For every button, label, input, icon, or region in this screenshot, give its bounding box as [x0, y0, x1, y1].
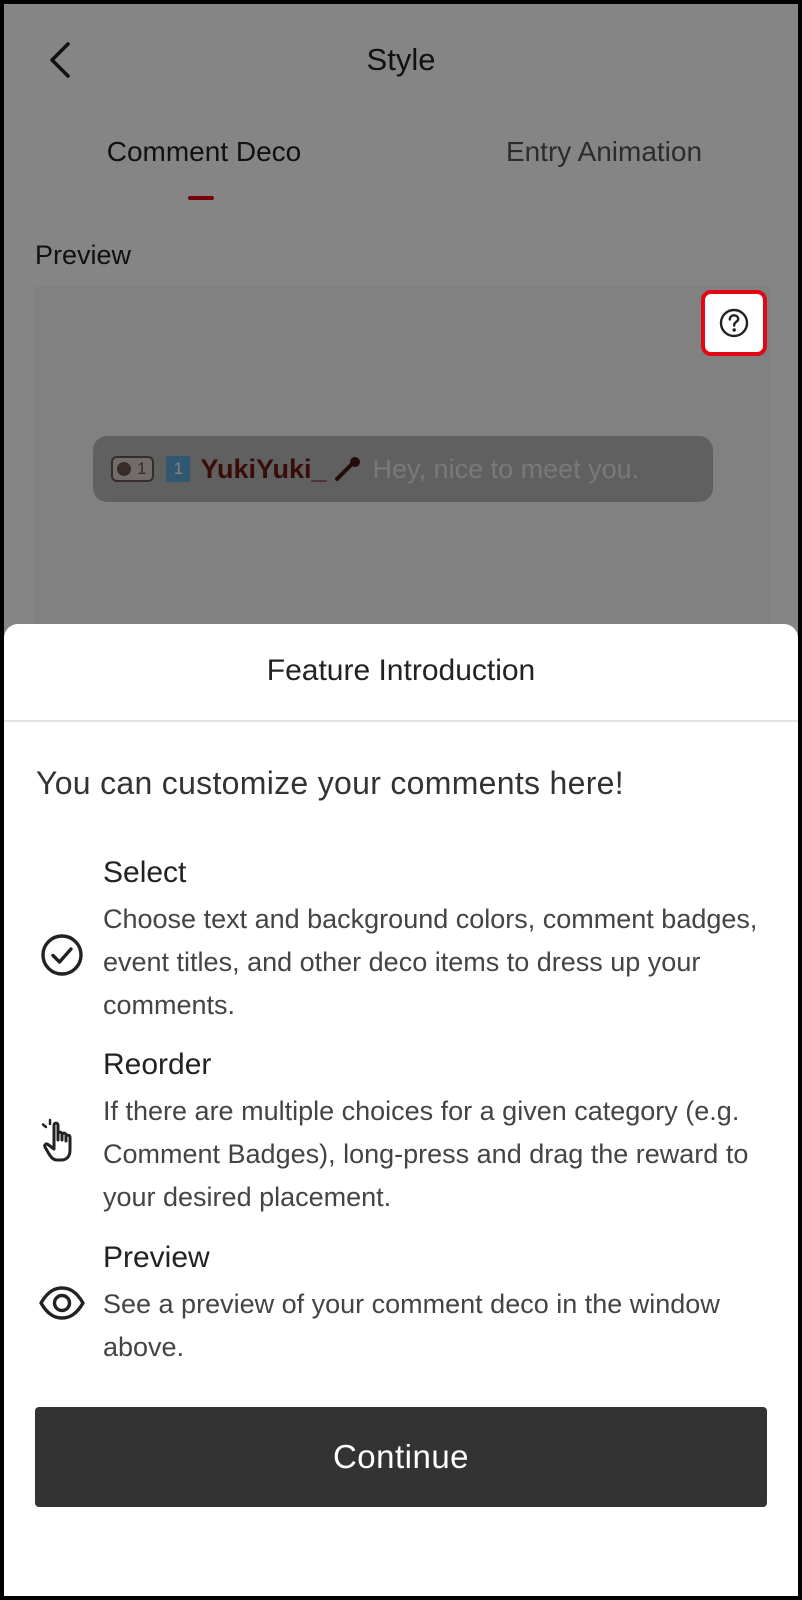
feature-description: Choose text and background colors, comme… [103, 904, 758, 1020]
sheet-title: Feature Introduction [266, 654, 536, 687]
pointing-hand-icon [38, 1118, 86, 1166]
continue-button[interactable]: Continue [35, 1407, 767, 1507]
divider [4, 720, 798, 722]
question-circle-icon [719, 308, 749, 338]
feature-intro-sheet: Feature Introduction You can customize y… [4, 624, 798, 1596]
feature-title: Reorder [103, 1048, 212, 1081]
feature-description: If there are multiple choices for a give… [103, 1096, 749, 1212]
feature-description: See a preview of your comment deco in th… [103, 1289, 720, 1362]
feature-title: Preview [103, 1241, 210, 1274]
feature-title: Select [103, 856, 187, 889]
eye-icon [38, 1279, 86, 1327]
app-window: Style Comment Deco Entry Animation Previ… [4, 4, 798, 1596]
intro-text: You can customize your comments here! [36, 765, 624, 801]
help-button[interactable] [701, 290, 767, 356]
check-circle-icon [38, 931, 86, 979]
